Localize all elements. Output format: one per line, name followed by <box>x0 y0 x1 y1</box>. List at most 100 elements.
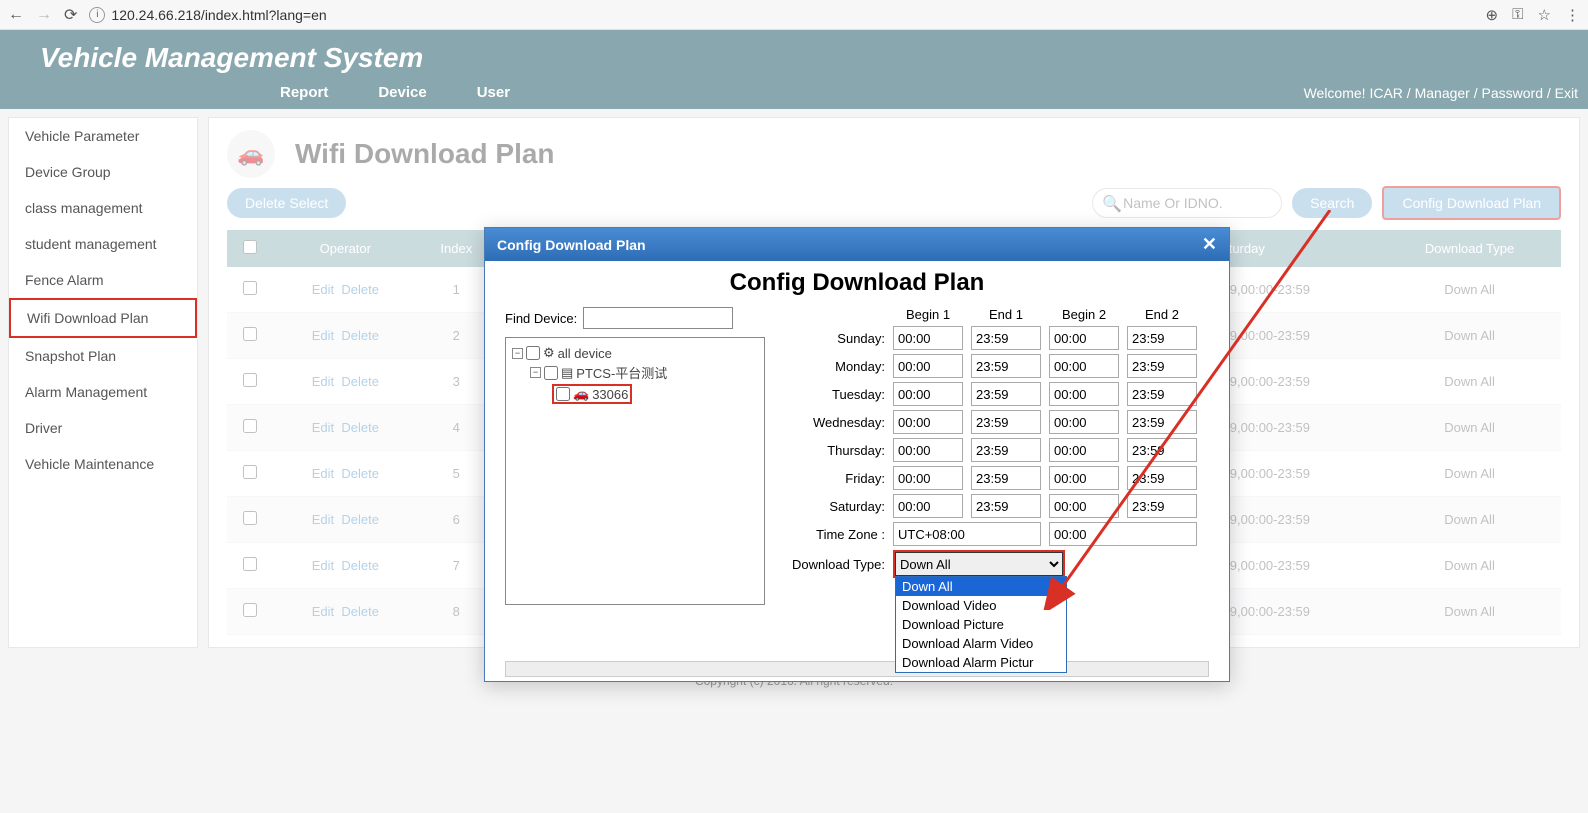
begin2-input[interactable] <box>1049 410 1119 434</box>
nav-report[interactable]: Report <box>280 84 328 101</box>
exit-link[interactable]: Exit <box>1555 85 1578 101</box>
edit-link[interactable]: Edit <box>312 420 334 435</box>
sidebar-item-vehicle-parameter[interactable]: Vehicle Parameter <box>9 118 197 154</box>
tree-root[interactable]: all device <box>558 346 612 361</box>
download-type-select[interactable]: Down All <box>895 552 1063 576</box>
edit-link[interactable]: Edit <box>312 328 334 343</box>
begin1-input[interactable] <box>893 438 963 462</box>
sidebar-item-student-management[interactable]: student management <box>9 226 197 262</box>
search-button[interactable]: Search <box>1292 188 1372 218</box>
select-all-checkbox[interactable] <box>243 240 257 254</box>
begin1-input[interactable] <box>893 466 963 490</box>
tree-checkbox[interactable] <box>556 387 570 401</box>
end2-input[interactable] <box>1127 354 1197 378</box>
horizontal-scrollbar[interactable] <box>505 661 1209 677</box>
row-checkbox[interactable] <box>243 511 257 525</box>
zoom-icon[interactable]: ⊕ <box>1486 6 1499 24</box>
tree-checkbox[interactable] <box>544 366 558 380</box>
row-checkbox[interactable] <box>243 327 257 341</box>
end1-input[interactable] <box>971 410 1041 434</box>
row-checkbox[interactable] <box>243 419 257 433</box>
sidebar-item-snapshot-plan[interactable]: Snapshot Plan <box>9 338 197 374</box>
dropdown-option[interactable]: Download Alarm Pictur <box>896 653 1066 672</box>
delete-link[interactable]: Delete <box>341 512 379 527</box>
forward-button[interactable]: → <box>36 6 52 24</box>
begin2-input[interactable] <box>1049 354 1119 378</box>
begin1-input[interactable] <box>893 354 963 378</box>
sidebar-item-wifi-download-plan[interactable]: Wifi Download Plan <box>9 298 197 338</box>
end2-input[interactable] <box>1127 466 1197 490</box>
dropdown-option[interactable]: Down All <box>896 577 1066 596</box>
end1-input[interactable] <box>971 438 1041 462</box>
user-role[interactable]: Manager <box>1415 85 1470 101</box>
delete-select-button[interactable]: Delete Select <box>227 188 346 218</box>
address-bar[interactable]: i 120.24.66.218/index.html?lang=en <box>89 7 1473 23</box>
edit-link[interactable]: Edit <box>312 282 334 297</box>
sidebar-item-fence-alarm[interactable]: Fence Alarm <box>9 262 197 298</box>
delete-link[interactable]: Delete <box>341 604 379 619</box>
back-button[interactable]: ← <box>8 6 24 24</box>
edit-link[interactable]: Edit <box>312 558 334 573</box>
device-tree[interactable]: − ⚙ all device − ▤ PTCS-平台测试 🚗33066 <box>505 337 765 605</box>
end1-input[interactable] <box>971 326 1041 350</box>
nav-device[interactable]: Device <box>378 84 426 101</box>
delete-link[interactable]: Delete <box>341 282 379 297</box>
begin2-input[interactable] <box>1049 438 1119 462</box>
reload-button[interactable]: ⟳ <box>64 5 77 25</box>
sidebar-item-class-management[interactable]: class management <box>9 190 197 226</box>
edit-link[interactable]: Edit <box>312 374 334 389</box>
end1-input[interactable] <box>971 354 1041 378</box>
begin2-input[interactable] <box>1049 466 1119 490</box>
dropdown-option[interactable]: Download Alarm Video <box>896 634 1066 653</box>
row-checkbox[interactable] <box>243 465 257 479</box>
nav-user[interactable]: User <box>477 84 510 101</box>
end1-input[interactable] <box>971 466 1041 490</box>
timezone-input[interactable] <box>893 522 1041 546</box>
sidebar-item-device-group[interactable]: Device Group <box>9 154 197 190</box>
edit-link[interactable]: Edit <box>312 466 334 481</box>
collapse-icon[interactable]: − <box>512 348 523 359</box>
sidebar-item-vehicle-maintenance[interactable]: Vehicle Maintenance <box>9 446 197 482</box>
begin2-input[interactable] <box>1049 382 1119 406</box>
sidebar-item-alarm-management[interactable]: Alarm Management <box>9 374 197 410</box>
collapse-icon[interactable]: − <box>530 367 541 378</box>
delete-link[interactable]: Delete <box>341 558 379 573</box>
delete-link[interactable]: Delete <box>341 466 379 481</box>
end2-input[interactable] <box>1127 438 1197 462</box>
find-device-input[interactable] <box>583 307 733 329</box>
edit-link[interactable]: Edit <box>312 604 334 619</box>
begin2-input[interactable] <box>1049 326 1119 350</box>
row-checkbox[interactable] <box>243 281 257 295</box>
begin1-input[interactable] <box>893 494 963 518</box>
menu-icon[interactable]: ⋮ <box>1565 6 1580 24</box>
delete-link[interactable]: Delete <box>341 328 379 343</box>
dropdown-option[interactable]: Download Picture <box>896 615 1066 634</box>
end2-input[interactable] <box>1127 382 1197 406</box>
delete-link[interactable]: Delete <box>341 420 379 435</box>
tree-leaf[interactable]: 33066 <box>592 387 628 402</box>
user-name[interactable]: ICAR <box>1369 85 1402 101</box>
delete-link[interactable]: Delete <box>341 374 379 389</box>
end1-input[interactable] <box>971 382 1041 406</box>
password-link[interactable]: Password <box>1482 85 1543 101</box>
sidebar-item-driver[interactable]: Driver <box>9 410 197 446</box>
end2-input[interactable] <box>1127 410 1197 434</box>
dropdown-option[interactable]: Download Video <box>896 596 1066 615</box>
tree-group[interactable]: PTCS-平台测试 <box>576 363 667 382</box>
begin2-input[interactable] <box>1049 494 1119 518</box>
row-checkbox[interactable] <box>243 557 257 571</box>
begin1-input[interactable] <box>893 382 963 406</box>
star-icon[interactable]: ☆ <box>1538 6 1551 24</box>
key-icon[interactable]: ⚿ <box>1512 6 1523 23</box>
edit-link[interactable]: Edit <box>312 512 334 527</box>
close-icon[interactable]: ✕ <box>1202 234 1217 255</box>
begin1-input[interactable] <box>893 326 963 350</box>
row-checkbox[interactable] <box>243 603 257 617</box>
end2-input[interactable] <box>1127 326 1197 350</box>
config-download-plan-button[interactable]: Config Download Plan <box>1382 186 1561 220</box>
timezone-offset-input[interactable] <box>1049 522 1197 546</box>
end2-input[interactable] <box>1127 494 1197 518</box>
begin1-input[interactable] <box>893 410 963 434</box>
tree-checkbox[interactable] <box>526 346 540 360</box>
end1-input[interactable] <box>971 494 1041 518</box>
